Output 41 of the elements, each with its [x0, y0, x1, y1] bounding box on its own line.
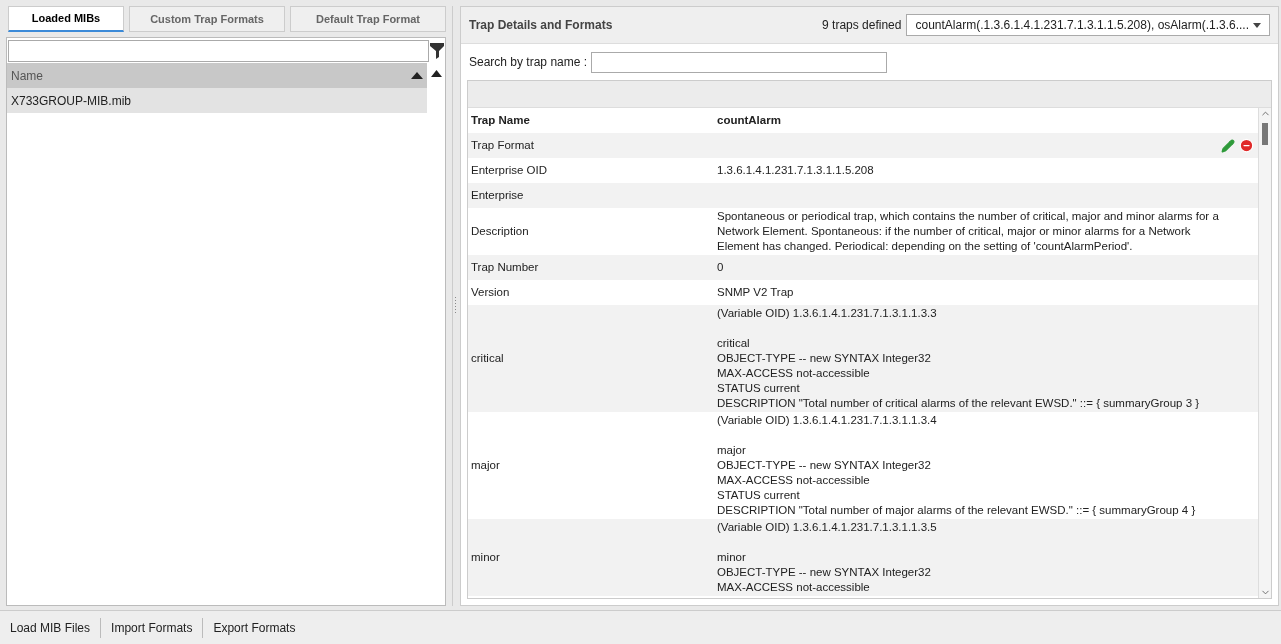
field-value: SNMP V2 Trap [717, 285, 795, 300]
edit-icon[interactable] [1221, 138, 1235, 153]
trap-count: 9 traps defined [822, 17, 902, 34]
field-label: Trap Format [470, 138, 535, 153]
toolbar-button[interactable]: Export Formats [203, 613, 306, 642]
field-label: minor [470, 550, 501, 565]
scroll-up-icon[interactable] [430, 70, 442, 77]
tab[interactable]: Default Trap Format [290, 6, 446, 32]
field-label: Trap Number [470, 260, 540, 275]
field-value: Spontaneous or periodical trap, which contains the number of critical, major and minor alarms for a Network Element. Spontaneous: if the number of critical, major or minor alarms for a Network Element has changed. Periodical: depending on the setting of 'countAlarmPeriod'. [717, 209, 1220, 254]
filter-field[interactable] [8, 40, 429, 62]
search-label: Search by trap name : [469, 54, 588, 71]
table-row[interactable]: X733GROUP-MIB.mib [7, 88, 427, 113]
field-value: (Variable OID) 1.3.6.1.4.1.231.7.1.3.1.1.3.4 major OBJECT-TYPE -- new SYNTAX Integer32 MAX-ACCESS not-accessible STATUS current DESCRIPTION "Total number of major alarms of the relevant EWSD." ::= { summaryGroup 4 } [717, 413, 1197, 518]
sort-ascending-icon [411, 72, 423, 79]
field-label: Enterprise OID [470, 163, 549, 178]
caret-icon [1253, 22, 1261, 28]
field-value: 1.3.6.1.4.1.231.7.1.3.1.1.5.208 [717, 163, 875, 178]
toolbar-button[interactable]: Import Formats [101, 613, 203, 642]
panel-title: Trap Details and Formats [469, 17, 614, 34]
field-label: critical [470, 351, 505, 366]
scroll-thumb[interactable] [1262, 123, 1268, 145]
column-header[interactable]: Name [7, 63, 427, 88]
field-label: Version [470, 285, 511, 300]
tab[interactable]: Loaded MIBs [8, 6, 124, 32]
field-label: major [470, 458, 501, 473]
field-value: (Variable OID) 1.3.6.1.4.1.231.7.1.3.1.1.3.3 critical OBJECT-TYPE -- new SYNTAX Integer32 MAX-ACCESS not-accessible STATUS current DESCRIPTION "Total number of critical alarms of the relevant EWSD." ::= { summaryGroup 3 } [717, 306, 1201, 411]
field-value: 0 [717, 260, 725, 275]
field-label: Trap Name [470, 113, 531, 128]
splitter-handle-icon[interactable] [454, 296, 457, 316]
tab[interactable]: Custom Trap Formats [129, 6, 285, 32]
scrollbar[interactable] [1258, 108, 1271, 598]
field-label: Description [470, 224, 530, 239]
filter-icon[interactable] [430, 43, 444, 59]
field-value: (Variable OID) 1.3.6.1.4.1.231.7.1.3.1.1.3.5 minor OBJECT-TYPE -- new SYNTAX Integer32 MAX-ACCESS not-accessible [717, 520, 938, 595]
field-value: countAlarm [717, 113, 782, 128]
field-label: Enterprise [470, 188, 525, 203]
toolbar-button[interactable]: Load MIB Files [0, 613, 101, 642]
delete-icon[interactable] [1239, 138, 1254, 153]
search-field[interactable] [591, 51, 888, 73]
trap-dropdown[interactable]: countAlarm(.1.3.6.1.4.1.231.7.1.3.1.1.5.208), osAlarm(.1.3.6.... [906, 14, 1270, 36]
